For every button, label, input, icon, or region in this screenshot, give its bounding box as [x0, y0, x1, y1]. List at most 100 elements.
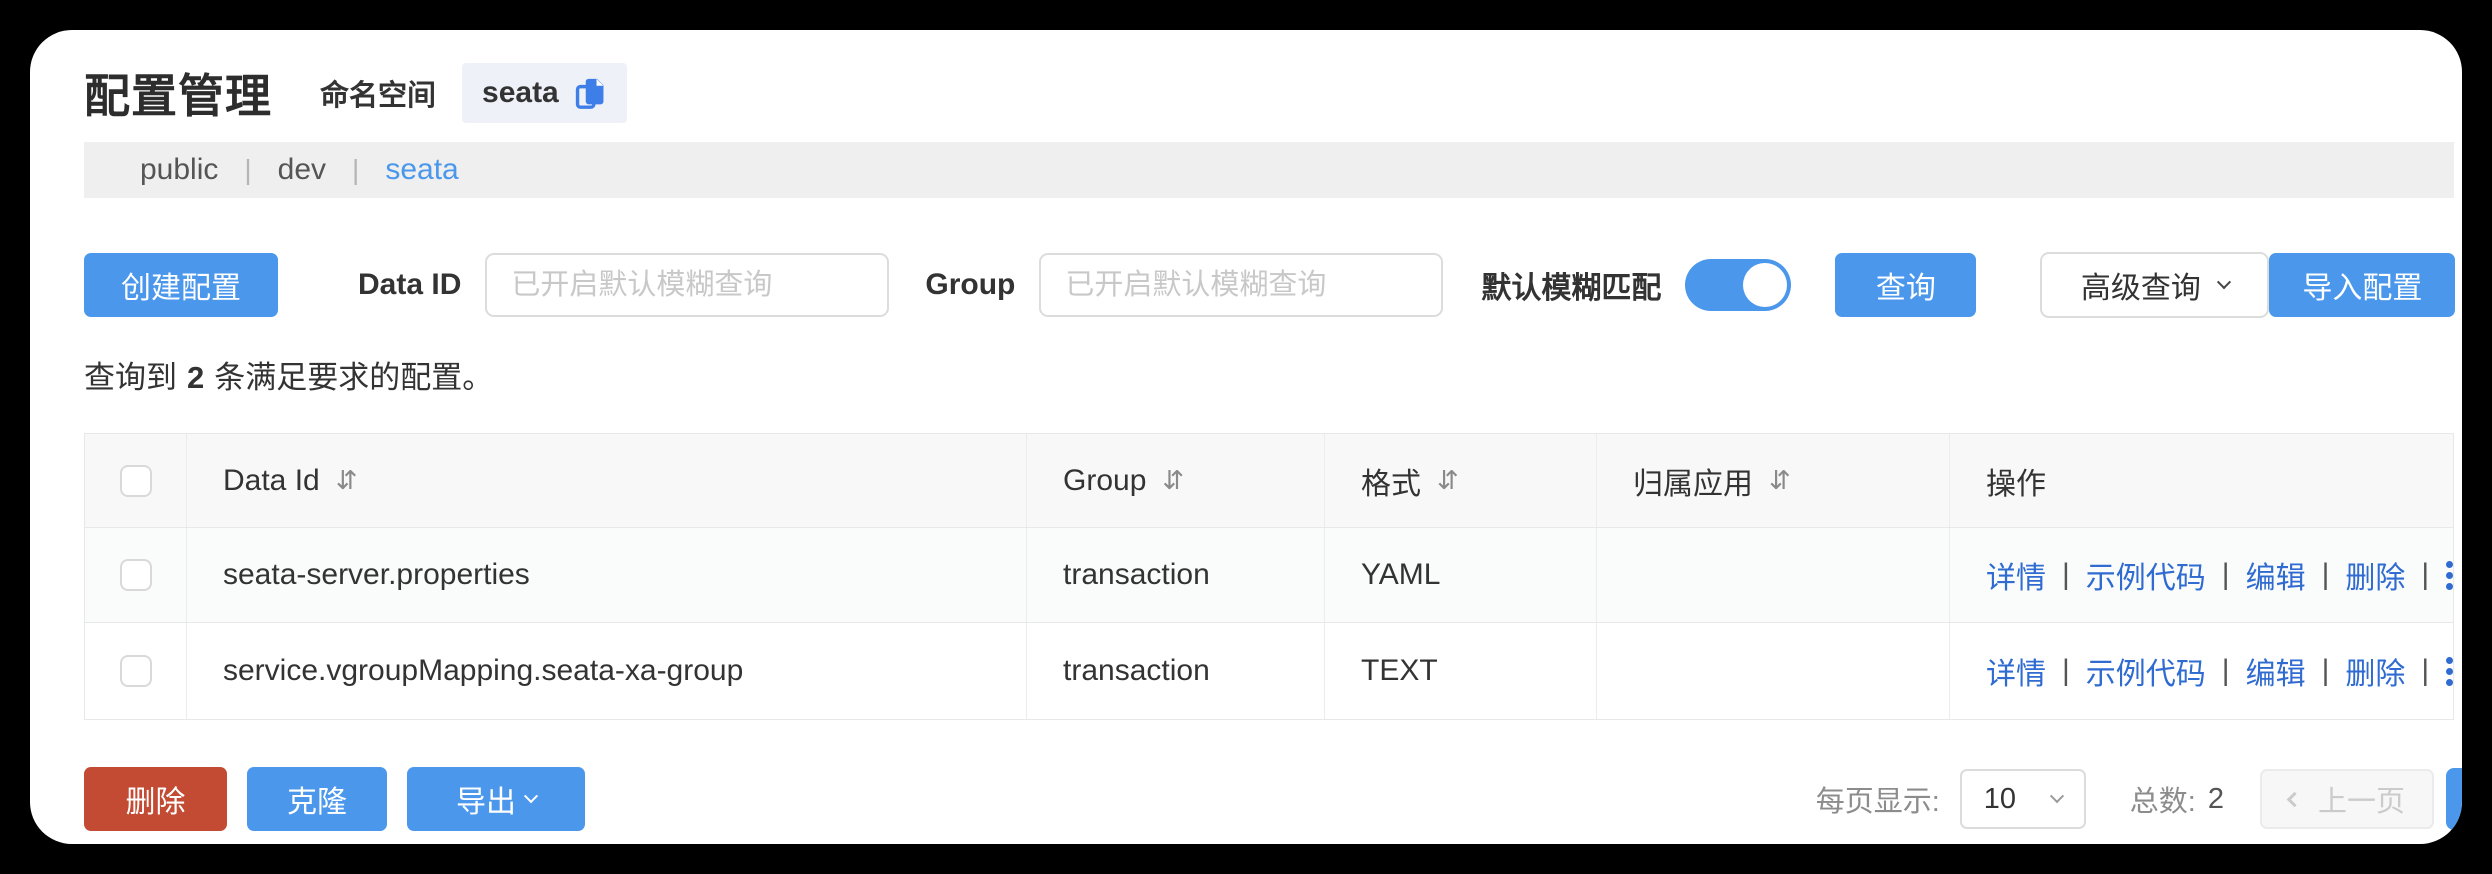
toggle-knob-icon — [1743, 263, 1787, 307]
sort-icon[interactable]: ⇵ — [336, 466, 358, 496]
action-detail-link[interactable]: 详情 — [1986, 553, 2046, 597]
more-actions-icon[interactable] — [2445, 558, 2453, 592]
pagination: 每页显示: 10 总数: 2 上一页 — [1816, 766, 2462, 832]
header-cell-format: 格式 ⇵ — [1324, 434, 1596, 527]
action-sample-code-link[interactable]: 示例代码 — [2086, 553, 2206, 597]
fuzzy-match-toggle[interactable] — [1685, 259, 1791, 311]
page-size-value: 10 — [1984, 783, 2016, 816]
chevron-down-icon — [2050, 789, 2064, 803]
header-cell-select — [85, 434, 186, 527]
breadcrumb-item-seata[interactable]: seata — [385, 153, 458, 187]
action-separator: | — [2222, 654, 2230, 688]
chevron-left-icon — [2287, 791, 2303, 807]
create-config-button[interactable]: 创建配置 — [84, 253, 278, 317]
select-all-checkbox[interactable] — [120, 465, 152, 497]
copy-icon[interactable] — [573, 75, 607, 111]
footer-toolbar: 删除 克隆 导出 每页显示: 10 总数: 2 上一页 — [84, 766, 2462, 832]
batch-delete-button[interactable]: 删除 — [84, 767, 227, 831]
current-page-button[interactable] — [2446, 768, 2462, 830]
breadcrumb-item-public[interactable]: public — [140, 153, 218, 187]
column-label: 格式 — [1361, 459, 1421, 503]
search-button[interactable]: 查询 — [1835, 253, 1976, 317]
action-separator: | — [2222, 558, 2230, 592]
breadcrumb: public | dev | seata — [84, 142, 2454, 198]
action-separator: | — [2062, 558, 2070, 592]
breadcrumb-separator: | — [352, 154, 359, 186]
row-cell-select — [85, 623, 186, 719]
action-edit-link[interactable]: 编辑 — [2246, 649, 2306, 693]
result-count: 2 — [187, 360, 204, 395]
chevron-down-icon — [2217, 275, 2231, 289]
config-table: Data Id ⇵ Group ⇵ 格式 ⇵ 归属应用 ⇵ 操作 — [84, 433, 2454, 720]
row-cell-app — [1596, 528, 1949, 622]
row-cell-select — [85, 528, 186, 622]
page-title: 配置管理 — [84, 60, 272, 126]
sort-icon[interactable]: ⇵ — [1437, 466, 1459, 496]
config-management-panel: 配置管理 命名空间 seata public | dev | seata 创建配… — [30, 30, 2462, 844]
import-config-button[interactable]: 导入配置 — [2269, 253, 2455, 317]
chevron-down-icon — [524, 789, 538, 803]
column-label: Data Id — [223, 464, 320, 498]
action-delete-link[interactable]: 删除 — [2345, 649, 2405, 693]
row-cell-data-id: service.vgroupMapping.seata-xa-group — [186, 623, 1026, 719]
fuzzy-match-label: 默认模糊匹配 — [1481, 263, 1661, 307]
row-checkbox[interactable] — [120, 559, 152, 591]
row-cell-format: YAML — [1324, 528, 1596, 622]
sort-icon[interactable]: ⇵ — [1162, 466, 1184, 496]
breadcrumb-separator: | — [244, 154, 251, 186]
action-separator: | — [2322, 558, 2330, 592]
row-checkbox[interactable] — [120, 655, 152, 687]
action-separator: | — [2322, 654, 2330, 688]
sort-icon[interactable]: ⇵ — [1769, 466, 1791, 496]
column-label: 归属应用 — [1633, 459, 1753, 503]
column-label: Group — [1063, 464, 1146, 498]
breadcrumb-item-dev[interactable]: dev — [278, 153, 326, 187]
namespace-badge: seata — [462, 63, 627, 123]
header-cell-group: Group ⇵ — [1026, 434, 1324, 527]
total-label: 总数: — [2130, 778, 2196, 820]
action-edit-link[interactable]: 编辑 — [2246, 553, 2306, 597]
advanced-search-button[interactable]: 高级查询 — [2040, 252, 2269, 318]
row-cell-data-id: seata-server.properties — [186, 528, 1026, 622]
group-label: Group — [925, 268, 1015, 302]
row-cell-app — [1596, 623, 1949, 719]
result-suffix: 条满足要求的配置。 — [214, 360, 493, 395]
row-cell-group: transaction — [1026, 623, 1324, 719]
table-header-row: Data Id ⇵ Group ⇵ 格式 ⇵ 归属应用 ⇵ 操作 — [85, 434, 2453, 528]
filter-toolbar: 创建配置 Data ID Group 默认模糊匹配 查询 高级查询 导入配置 — [84, 252, 2462, 318]
prev-page-button[interactable]: 上一页 — [2260, 769, 2434, 829]
group-input[interactable] — [1039, 253, 1443, 317]
header-cell-data-id: Data Id ⇵ — [186, 434, 1026, 527]
data-id-label: Data ID — [358, 268, 461, 302]
result-summary: 查询到 2 条满足要求的配置。 — [84, 352, 2462, 397]
action-separator: | — [2421, 654, 2429, 688]
row-cell-actions: 详情 | 示例代码 | 编辑 | 删除 | — [1949, 528, 2453, 622]
action-sample-code-link[interactable]: 示例代码 — [2086, 649, 2206, 693]
prev-page-label: 上一页 — [2318, 778, 2405, 820]
column-label: 操作 — [1986, 459, 2046, 503]
action-separator: | — [2062, 654, 2070, 688]
page-header: 配置管理 命名空间 seata — [30, 30, 2462, 126]
export-button[interactable]: 导出 — [407, 767, 585, 831]
header-cell-actions: 操作 — [1949, 434, 2453, 527]
row-cell-actions: 详情 | 示例代码 | 编辑 | 删除 | — [1949, 623, 2453, 719]
more-actions-icon[interactable] — [2445, 654, 2453, 688]
action-separator: | — [2421, 558, 2429, 592]
advanced-search-label: 高级查询 — [2081, 263, 2201, 307]
table-row: service.vgroupMapping.seata-xa-group tra… — [85, 623, 2453, 720]
page-size-select[interactable]: 10 — [1960, 769, 2086, 829]
table-row: seata-server.properties transaction YAML… — [85, 528, 2453, 623]
action-detail-link[interactable]: 详情 — [1986, 649, 2046, 693]
clone-button[interactable]: 克隆 — [247, 767, 387, 831]
page-size-label: 每页显示: — [1816, 778, 1940, 820]
namespace-label: 命名空间 — [320, 72, 436, 114]
namespace-value: seata — [482, 76, 559, 110]
action-delete-link[interactable]: 删除 — [2345, 553, 2405, 597]
row-cell-format: TEXT — [1324, 623, 1596, 719]
total-value: 2 — [2208, 783, 2224, 816]
result-prefix: 查询到 — [84, 360, 177, 395]
data-id-input[interactable] — [485, 253, 889, 317]
export-label: 导出 — [456, 777, 516, 821]
row-cell-group: transaction — [1026, 528, 1324, 622]
header-cell-app: 归属应用 ⇵ — [1596, 434, 1949, 527]
